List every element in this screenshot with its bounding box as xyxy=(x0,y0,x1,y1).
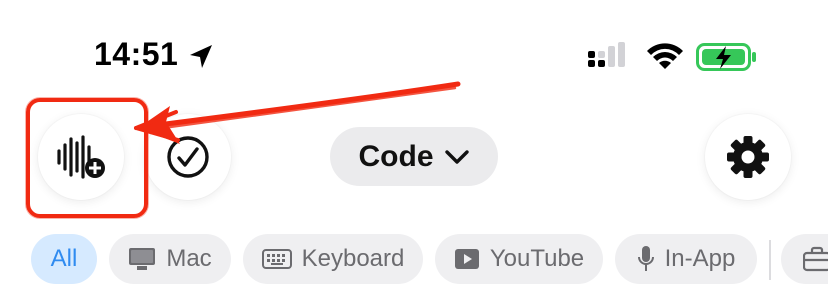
mode-dropdown-label: Code xyxy=(358,139,434,173)
status-time: 14:51 xyxy=(94,36,179,72)
filter-chip-in-app[interactable]: In-App xyxy=(615,234,757,284)
battery-charging-icon xyxy=(696,43,756,71)
chip-divider xyxy=(769,240,771,280)
filter-chip-youtube[interactable]: YouTube xyxy=(435,234,603,284)
filter-chip-work[interactable] xyxy=(781,234,828,284)
chevron-down-icon xyxy=(444,149,469,164)
filter-chip-keyboard[interactable]: Keyboard xyxy=(243,234,423,284)
filter-chip-mac[interactable]: Mac xyxy=(109,234,231,284)
mode-dropdown[interactable]: Code xyxy=(330,127,498,186)
filter-chip-all[interactable]: All xyxy=(31,234,97,284)
briefcase-icon xyxy=(803,246,828,272)
location-arrow-icon xyxy=(190,45,212,68)
filter-chip-label: Mac xyxy=(166,245,212,272)
filter-chip-label: In-App xyxy=(664,245,736,272)
cellular-signal-icon xyxy=(588,42,625,67)
wifi-icon xyxy=(647,43,683,69)
filter-chip-label: All xyxy=(50,245,78,272)
settings-button[interactable] xyxy=(705,114,791,200)
gear-icon xyxy=(727,136,769,178)
filter-chip-label: Keyboard xyxy=(301,245,405,272)
keyboard-icon xyxy=(261,249,292,269)
checkmark-circle-icon xyxy=(167,136,209,178)
desktop-icon xyxy=(129,248,156,270)
play-icon xyxy=(454,249,479,269)
microphone-icon xyxy=(637,246,654,271)
filter-chip-label: YouTube xyxy=(489,245,585,272)
annotation-highlight-box xyxy=(26,98,148,218)
done-button[interactable] xyxy=(145,114,231,200)
